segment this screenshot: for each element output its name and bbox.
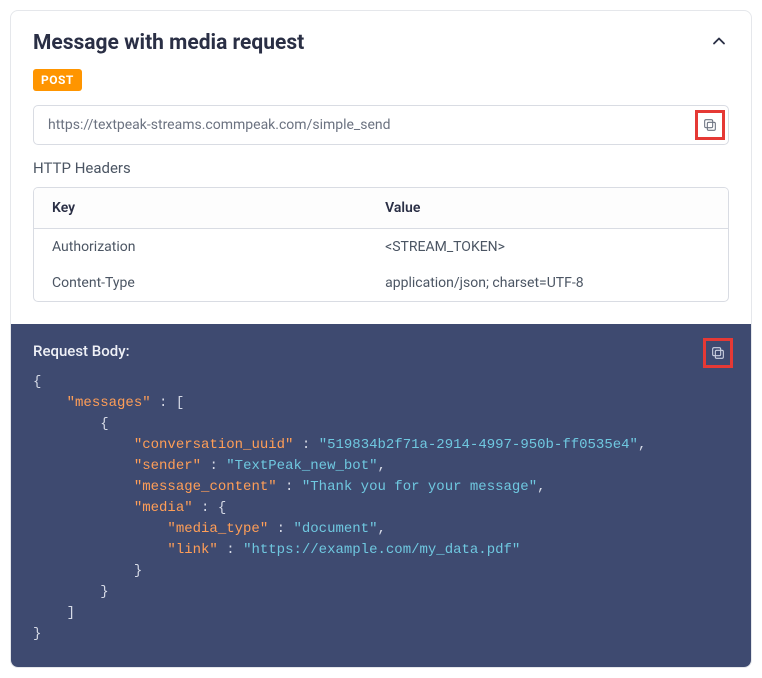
- header-key-cell: Content-Type: [34, 265, 367, 301]
- copy-url-button[interactable]: [695, 110, 725, 140]
- table-header-value: Value: [367, 188, 728, 229]
- request-body-section: Request Body: { "messages" : [ { "conver…: [11, 324, 751, 667]
- http-method-badge: POST: [33, 69, 82, 91]
- copy-icon: [702, 117, 718, 133]
- headers-table: Key Value Authorization <STREAM_TOKEN> C…: [33, 187, 729, 302]
- header-value-cell: <STREAM_TOKEN>: [367, 229, 728, 266]
- panel-header: Message with media request POST: [11, 11, 751, 105]
- request-body-code: { "messages" : [ { "conversation_uuid" :…: [33, 372, 729, 645]
- header-key-cell: Authorization: [34, 229, 367, 266]
- table-row: Authorization <STREAM_TOKEN>: [34, 229, 728, 266]
- panel-title: Message with media request: [33, 31, 304, 55]
- table-header-key: Key: [34, 188, 367, 229]
- collapse-toggle[interactable]: [709, 31, 729, 55]
- copy-body-button[interactable]: [703, 338, 733, 368]
- api-doc-panel: Message with media request POST https://…: [10, 10, 752, 668]
- headers-heading: HTTP Headers: [33, 159, 729, 177]
- header-value-cell: application/json; charset=UTF-8: [367, 265, 728, 301]
- chevron-up-icon: [709, 31, 729, 51]
- endpoint-url-row: https://textpeak-streams.commpeak.com/si…: [33, 105, 729, 145]
- endpoint-url: https://textpeak-streams.commpeak.com/si…: [33, 105, 729, 145]
- table-row: Content-Type application/json; charset=U…: [34, 265, 728, 301]
- request-body-title: Request Body:: [33, 342, 729, 360]
- copy-icon: [710, 345, 726, 361]
